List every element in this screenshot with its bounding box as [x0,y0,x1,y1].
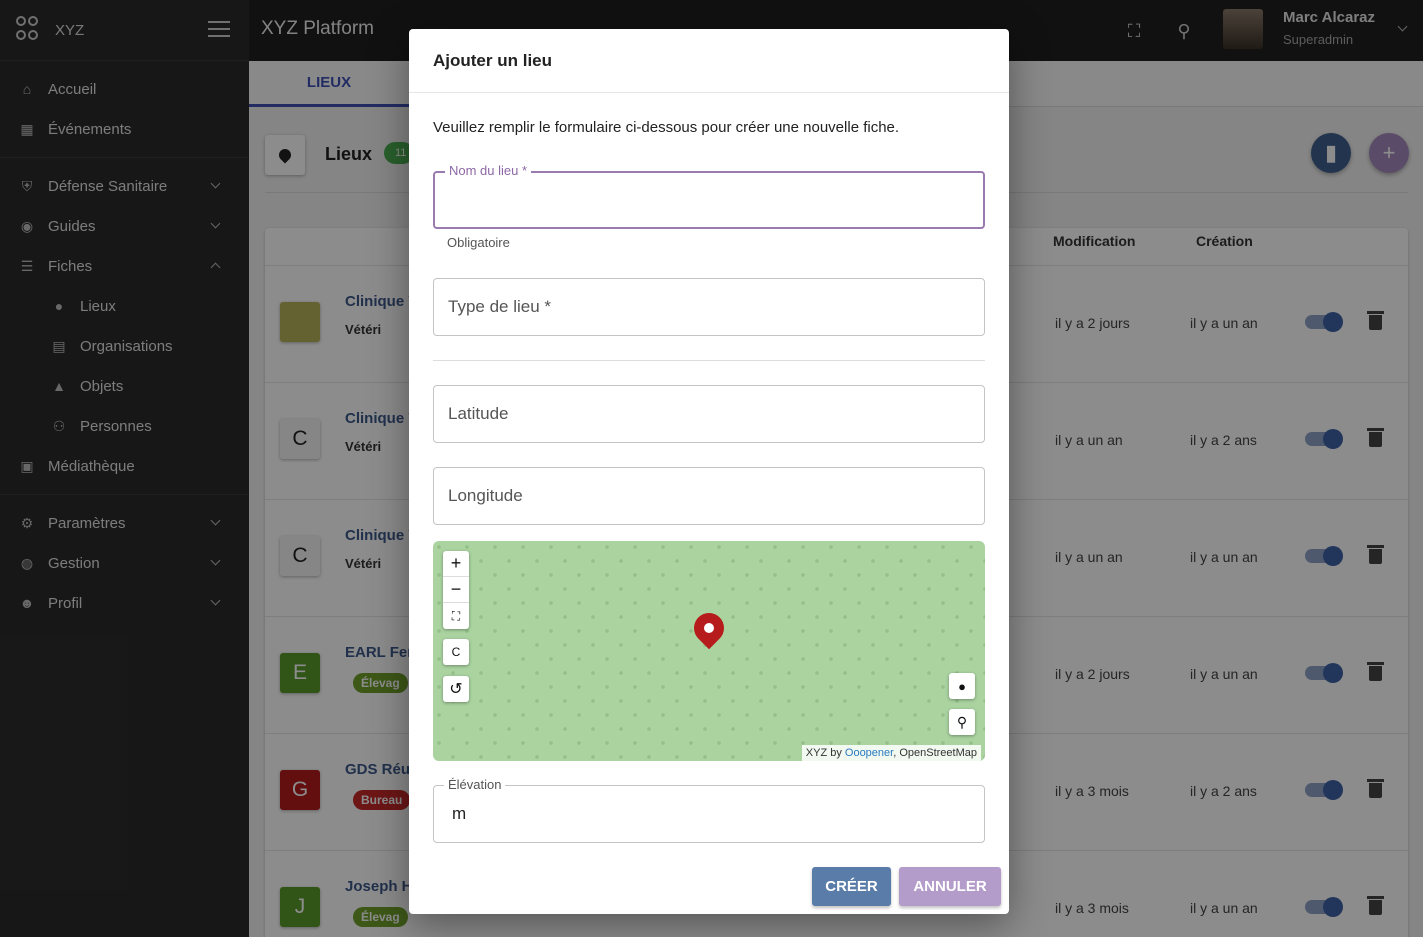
map-search-icon[interactable]: ⚲ [949,709,975,735]
attribution-link[interactable]: Ooopener [845,747,893,759]
map-zoom-controls: + − ⛶ [443,551,469,629]
place-name-input[interactable] [449,187,969,215]
place-name-helper: Obligatoire [447,235,510,250]
place-type-field[interactable]: Type de lieu * [433,278,985,336]
zoom-in-button[interactable]: + [443,551,469,577]
elevation-field[interactable]: Élévation m [433,777,985,843]
location-map[interactable]: + − ⛶ C ↺ ● ⚲ XYZ by Ooopener, OpenStree… [433,541,985,761]
place-name-field[interactable]: Nom du lieu * [433,163,985,229]
divider [433,360,985,361]
elevation-unit: m [452,804,467,823]
place-name-label: Nom du lieu * [445,163,532,178]
latitude-label: Latitude [448,404,509,423]
reset-rotation-icon[interactable]: ↺ [443,676,469,702]
map-c-button[interactable]: C [443,639,469,665]
attribution-suffix: , OpenStreetMap [893,747,977,759]
longitude-field[interactable]: Longitude [433,467,985,525]
elevation-label: Élévation [444,777,506,792]
dialog-title: Ajouter un lieu [433,51,552,70]
place-type-label: Type de lieu * [448,297,552,316]
create-button[interactable]: CRÉER [812,867,891,906]
attribution-prefix: XYZ by [805,747,845,759]
add-place-dialog: Ajouter un lieu Veuillez remplir le form… [409,29,1009,914]
fit-bounds-icon[interactable]: ⛶ [443,603,469,629]
map-marker-icon[interactable] [687,606,731,650]
dialog-intro: Veuillez remplir le formulaire ci-dessou… [433,119,900,136]
map-attribution: XYZ by Ooopener, OpenStreetMap [801,745,981,761]
divider [409,92,1009,93]
cancel-button[interactable]: ANNULER [899,867,1001,906]
longitude-label: Longitude [448,486,523,505]
zoom-out-button[interactable]: − [443,577,469,603]
locate-pin-icon[interactable]: ● [949,673,975,699]
latitude-field[interactable]: Latitude [433,385,985,443]
